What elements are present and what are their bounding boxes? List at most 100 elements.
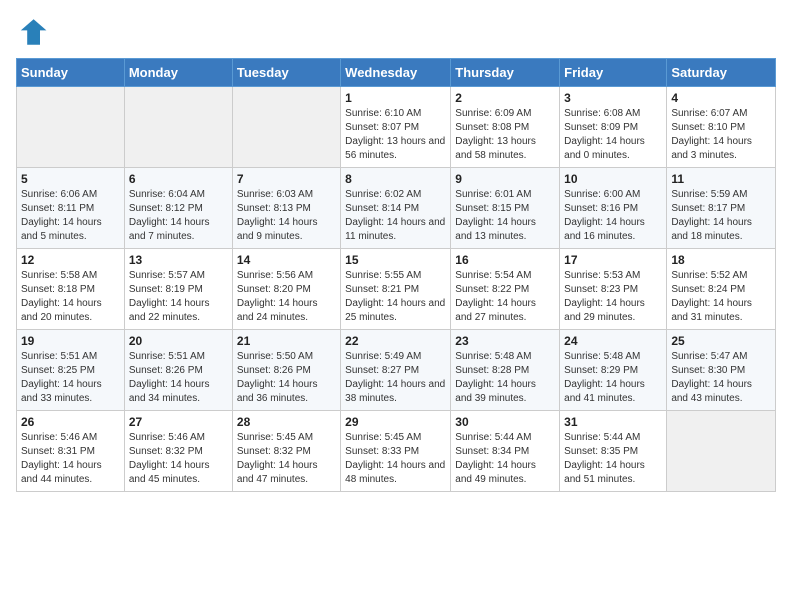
day-number: 4 bbox=[671, 91, 771, 105]
day-info: Sunrise: 5:51 AMSunset: 8:26 PMDaylight:… bbox=[129, 350, 228, 406]
header-row: SundayMondayTuesdayWednesdayThursdayFrid… bbox=[17, 59, 776, 87]
day-number: 20 bbox=[129, 334, 228, 348]
day-info: Sunrise: 6:07 AMSunset: 8:10 PMDaylight:… bbox=[671, 107, 771, 163]
day-info: Sunrise: 5:44 AMSunset: 8:35 PMDaylight:… bbox=[564, 431, 662, 487]
day-number: 15 bbox=[345, 253, 446, 267]
day-info: Sunrise: 5:46 AMSunset: 8:31 PMDaylight:… bbox=[21, 431, 120, 487]
day-info: Sunrise: 6:09 AMSunset: 8:08 PMDaylight:… bbox=[455, 107, 555, 163]
day-number: 17 bbox=[564, 253, 662, 267]
day-cell: 23 Sunrise: 5:48 AMSunset: 8:28 PMDayligh… bbox=[451, 330, 560, 411]
calendar-table: SundayMondayTuesdayWednesdayThursdayFrid… bbox=[16, 58, 776, 492]
day-number: 9 bbox=[455, 172, 555, 186]
day-info: Sunrise: 6:03 AMSunset: 8:13 PMDaylight:… bbox=[237, 188, 336, 244]
day-cell: 12 Sunrise: 5:58 AMSunset: 8:18 PMDayligh… bbox=[17, 249, 125, 330]
logo bbox=[16, 16, 52, 48]
day-cell bbox=[232, 87, 340, 168]
page-header bbox=[16, 16, 776, 48]
day-info: Sunrise: 5:50 AMSunset: 8:26 PMDaylight:… bbox=[237, 350, 336, 406]
day-cell: 29Sunrise: 5:45 AMSunset: 8:33 PMDayligh… bbox=[341, 411, 451, 492]
day-info: Sunrise: 5:44 AMSunset: 8:34 PMDaylight:… bbox=[455, 431, 555, 487]
day-cell: 24 Sunrise: 5:48 AMSunset: 8:29 PMDayligh… bbox=[560, 330, 667, 411]
day-info: Sunrise: 6:00 AMSunset: 8:16 PMDaylight:… bbox=[564, 188, 662, 244]
day-number: 10 bbox=[564, 172, 662, 186]
day-cell bbox=[667, 411, 776, 492]
header-day-thursday: Thursday bbox=[451, 59, 560, 87]
day-number: 2 bbox=[455, 91, 555, 105]
day-number: 12 bbox=[21, 253, 120, 267]
day-info: Sunrise: 5:57 AMSunset: 8:19 PMDaylight:… bbox=[129, 269, 228, 325]
day-number: 3 bbox=[564, 91, 662, 105]
day-number: 6 bbox=[129, 172, 228, 186]
day-cell bbox=[124, 87, 232, 168]
day-info: Sunrise: 5:47 AMSunset: 8:30 PMDaylight:… bbox=[671, 350, 771, 406]
header-day-tuesday: Tuesday bbox=[232, 59, 340, 87]
day-number: 21 bbox=[237, 334, 336, 348]
day-cell: 7Sunrise: 6:03 AMSunset: 8:13 PMDaylight… bbox=[232, 168, 340, 249]
day-info: Sunrise: 5:51 AMSunset: 8:25 PMDaylight:… bbox=[21, 350, 120, 406]
day-number: 5 bbox=[21, 172, 120, 186]
day-cell: 28 Sunrise: 5:45 AMSunset: 8:32 PMDayligh… bbox=[232, 411, 340, 492]
day-cell: 17 Sunrise: 5:53 AMSunset: 8:23 PMDayligh… bbox=[560, 249, 667, 330]
day-cell: 9 Sunrise: 6:01 AMSunset: 8:15 PMDaylight… bbox=[451, 168, 560, 249]
day-info: Sunrise: 5:55 AMSunset: 8:21 PMDaylight:… bbox=[345, 269, 446, 325]
week-row-1: 1 Sunrise: 6:10 AMSunset: 8:07 PMDaylight… bbox=[17, 87, 776, 168]
day-number: 19 bbox=[21, 334, 120, 348]
day-number: 24 bbox=[564, 334, 662, 348]
day-info: Sunrise: 6:02 AMSunset: 8:14 PMDaylight:… bbox=[345, 188, 446, 244]
day-number: 22 bbox=[345, 334, 446, 348]
day-cell: 27 Sunrise: 5:46 AMSunset: 8:32 PMDayligh… bbox=[124, 411, 232, 492]
header-day-monday: Monday bbox=[124, 59, 232, 87]
day-cell: 10 Sunrise: 6:00 AMSunset: 8:16 PMDayligh… bbox=[560, 168, 667, 249]
day-info: Sunrise: 6:08 AMSunset: 8:09 PMDaylight:… bbox=[564, 107, 662, 163]
week-row-2: 5 Sunrise: 6:06 AMSunset: 8:11 PMDaylight… bbox=[17, 168, 776, 249]
day-number: 25 bbox=[671, 334, 771, 348]
day-cell: 26 Sunrise: 5:46 AMSunset: 8:31 PMDayligh… bbox=[17, 411, 125, 492]
calendar-body: 1 Sunrise: 6:10 AMSunset: 8:07 PMDaylight… bbox=[17, 87, 776, 492]
day-cell: 15 Sunrise: 5:55 AMSunset: 8:21 PMDayligh… bbox=[341, 249, 451, 330]
day-number: 16 bbox=[455, 253, 555, 267]
day-cell: 1 Sunrise: 6:10 AMSunset: 8:07 PMDaylight… bbox=[341, 87, 451, 168]
day-cell: 4 Sunrise: 6:07 AMSunset: 8:10 PMDaylight… bbox=[667, 87, 776, 168]
day-cell: 3 Sunrise: 6:08 AMSunset: 8:09 PMDaylight… bbox=[560, 87, 667, 168]
header-day-wednesday: Wednesday bbox=[341, 59, 451, 87]
day-info: Sunrise: 6:10 AMSunset: 8:07 PMDaylight:… bbox=[345, 107, 446, 163]
day-number: 11 bbox=[671, 172, 771, 186]
day-info: Sunrise: 6:01 AMSunset: 8:15 PMDaylight:… bbox=[455, 188, 555, 244]
week-row-4: 19 Sunrise: 5:51 AMSunset: 8:25 PMDayligh… bbox=[17, 330, 776, 411]
day-cell: 5 Sunrise: 6:06 AMSunset: 8:11 PMDaylight… bbox=[17, 168, 125, 249]
day-cell: 14Sunrise: 5:56 AMSunset: 8:20 PMDayligh… bbox=[232, 249, 340, 330]
day-info: Sunrise: 5:53 AMSunset: 8:23 PMDaylight:… bbox=[564, 269, 662, 325]
day-info: Sunrise: 5:56 AMSunset: 8:20 PMDaylight:… bbox=[237, 269, 336, 325]
logo-icon bbox=[16, 16, 48, 48]
day-number: 18 bbox=[671, 253, 771, 267]
day-number: 30 bbox=[455, 415, 555, 429]
header-day-sunday: Sunday bbox=[17, 59, 125, 87]
calendar-header: SundayMondayTuesdayWednesdayThursdayFrid… bbox=[17, 59, 776, 87]
day-cell bbox=[17, 87, 125, 168]
day-info: Sunrise: 5:45 AMSunset: 8:33 PMDaylight:… bbox=[345, 431, 446, 487]
day-info: Sunrise: 5:48 AMSunset: 8:28 PMDaylight:… bbox=[455, 350, 555, 406]
day-cell: 16 Sunrise: 5:54 AMSunset: 8:22 PMDayligh… bbox=[451, 249, 560, 330]
header-day-friday: Friday bbox=[560, 59, 667, 87]
day-info: Sunrise: 6:06 AMSunset: 8:11 PMDaylight:… bbox=[21, 188, 120, 244]
day-number: 8 bbox=[345, 172, 446, 186]
day-info: Sunrise: 6:04 AMSunset: 8:12 PMDaylight:… bbox=[129, 188, 228, 244]
day-info: Sunrise: 5:58 AMSunset: 8:18 PMDaylight:… bbox=[21, 269, 120, 325]
day-number: 27 bbox=[129, 415, 228, 429]
day-info: Sunrise: 5:48 AMSunset: 8:29 PMDaylight:… bbox=[564, 350, 662, 406]
day-cell: 31Sunrise: 5:44 AMSunset: 8:35 PMDayligh… bbox=[560, 411, 667, 492]
day-cell: 21 Sunrise: 5:50 AMSunset: 8:26 PMDayligh… bbox=[232, 330, 340, 411]
day-info: Sunrise: 5:54 AMSunset: 8:22 PMDaylight:… bbox=[455, 269, 555, 325]
day-info: Sunrise: 5:52 AMSunset: 8:24 PMDaylight:… bbox=[671, 269, 771, 325]
day-number: 26 bbox=[21, 415, 120, 429]
day-info: Sunrise: 5:46 AMSunset: 8:32 PMDaylight:… bbox=[129, 431, 228, 487]
day-cell: 13Sunrise: 5:57 AMSunset: 8:19 PMDayligh… bbox=[124, 249, 232, 330]
day-number: 23 bbox=[455, 334, 555, 348]
week-row-3: 12 Sunrise: 5:58 AMSunset: 8:18 PMDayligh… bbox=[17, 249, 776, 330]
day-number: 28 bbox=[237, 415, 336, 429]
day-cell: 25 Sunrise: 5:47 AMSunset: 8:30 PMDayligh… bbox=[667, 330, 776, 411]
day-cell: 19 Sunrise: 5:51 AMSunset: 8:25 PMDayligh… bbox=[17, 330, 125, 411]
day-number: 1 bbox=[345, 91, 446, 105]
day-cell: 6 Sunrise: 6:04 AMSunset: 8:12 PMDaylight… bbox=[124, 168, 232, 249]
day-info: Sunrise: 5:45 AMSunset: 8:32 PMDaylight:… bbox=[237, 431, 336, 487]
